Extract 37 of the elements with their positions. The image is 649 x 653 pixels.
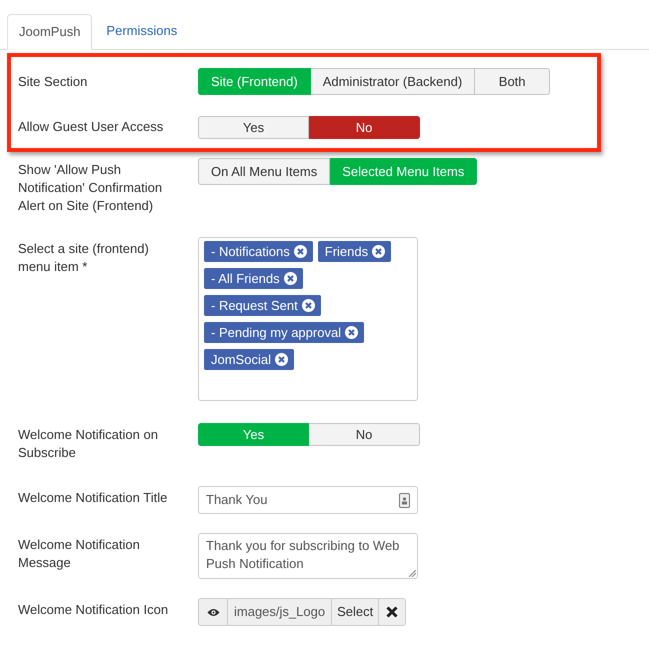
tab[interactable]: Permissions [92, 13, 192, 49]
resize-handle-icon[interactable] [409, 570, 416, 577]
remove-icon[interactable] [294, 245, 307, 258]
eye-icon [206, 608, 220, 616]
remove-icon[interactable] [302, 299, 315, 312]
close-icon [386, 606, 398, 618]
remove-icon[interactable] [274, 353, 288, 366]
remove-icon[interactable] [345, 326, 358, 339]
select-button[interactable]: Select [332, 599, 380, 625]
field-label: Select a site (frontend) menu item * [18, 240, 150, 276]
tag-label: JomSocial [211, 350, 271, 369]
field-label: Welcome Notification on Subscribe [18, 426, 159, 462]
remove-icon[interactable] [372, 245, 386, 258]
tag-label: - Pending my approval [211, 324, 342, 342]
option-button[interactable]: Both [475, 68, 550, 95]
field-label: Welcome Notification Message [18, 536, 141, 572]
message-field[interactable]: Thank you for subscribing to Web Push Notification [198, 533, 418, 579]
option-button[interactable]: Administrator (Backend) [310, 68, 476, 95]
field-label: Show 'Allow Push Notification' Confirmation Alert on Site (Frontend) [18, 161, 164, 215]
image-path-field[interactable]: images/js_Logo [228, 599, 332, 625]
tag-label: Friends [324, 242, 368, 261]
field-label: Welcome Notification Title [18, 489, 168, 507]
field-label: Site Section [18, 73, 88, 91]
option-button[interactable]: On All Menu Items [198, 158, 330, 185]
title-field[interactable]: Thank You [198, 486, 418, 514]
option-button[interactable]: No [309, 116, 420, 139]
contact-card-icon [399, 492, 410, 508]
remove-icon[interactable] [284, 272, 297, 285]
tag-label: - All Friends [211, 270, 280, 288]
tag-label: - Request Sent [211, 296, 298, 315]
field-label: Allow Guest User Access [18, 118, 164, 136]
tab[interactable]: JoomPush [7, 14, 92, 50]
option-button[interactable]: Yes [198, 116, 309, 139]
tag-field[interactable]: - Notifications Friends - All Friends - Request Sent - Pending my approval JomSocial [198, 237, 418, 401]
option-button[interactable]: No [309, 423, 420, 446]
tag-label: - Notifications [211, 242, 290, 261]
field-label: Welcome Notification Icon [18, 601, 170, 619]
